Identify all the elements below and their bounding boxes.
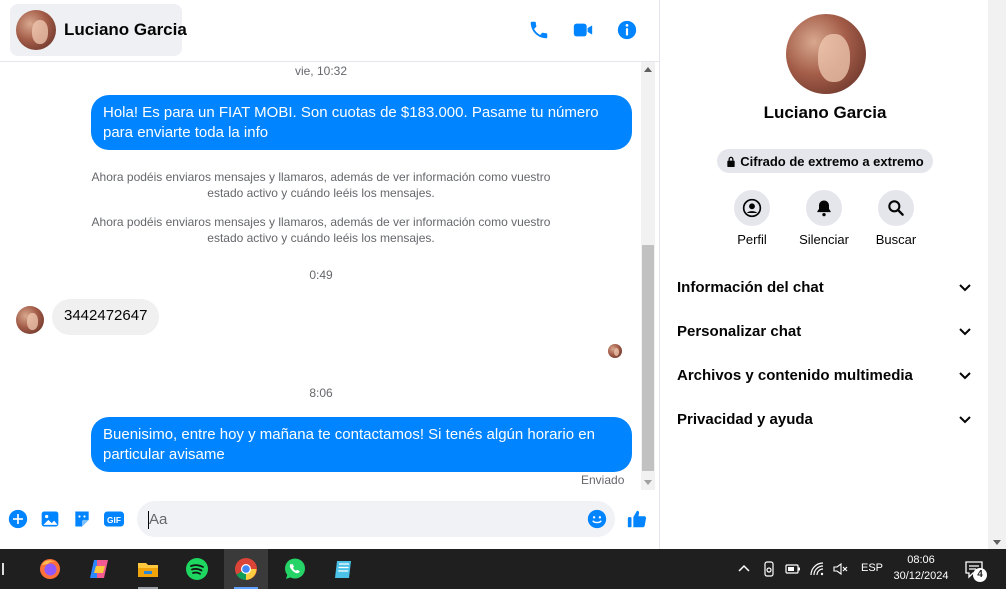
section-chat-info[interactable]: Información del chat [668,267,980,307]
photo-icon[interactable] [40,509,60,529]
battery-icon[interactable] [785,561,801,577]
copilot-icon [90,560,108,578]
emoji-icon[interactable] [587,509,607,529]
encryption-badge[interactable]: Cifrado de extremo a extremo [717,149,933,173]
chat-scrollbar[interactable] [641,62,655,490]
bell-icon [817,200,831,217]
chevron-down-icon [959,416,971,424]
chrome-icon [235,558,257,580]
chat-header: Luciano Garcia [0,0,659,62]
composer: GIF [0,497,659,541]
taskbar-app-copilot[interactable] [77,549,121,589]
phone-icon[interactable] [528,19,550,41]
wifi-icon[interactable] [809,561,825,577]
mute-label: Silenciar [799,232,849,247]
like-icon[interactable] [626,508,648,530]
section-title: Archivos y contenido multimedia [677,366,913,384]
message-list: vie, 10:32 Hola! Es para un FIAT MOBI. S… [0,62,659,490]
seen-indicator-avatar [608,344,622,358]
section-title: Personalizar chat [677,322,802,340]
search-label: Buscar [875,232,917,247]
clock-time: 08:06 [907,554,935,566]
chevron-up-icon[interactable] [736,561,752,577]
section-privacy-support[interactable]: Privacidad y ayuda [668,399,980,439]
spotify-icon [186,558,208,580]
message-input[interactable] [137,501,615,537]
search-button[interactable]: Buscar [856,190,936,247]
file-explorer-icon [138,563,158,577]
taskbar-app-file-explorer[interactable] [126,549,170,589]
taskbar-app-notepad[interactable] [322,549,366,589]
scroll-down-arrow-icon[interactable] [644,480,652,485]
video-icon[interactable] [572,19,594,41]
firefox-icon [40,559,60,579]
plus-icon[interactable] [8,509,28,529]
info-icon[interactable] [616,19,638,41]
phone-link-icon[interactable] [761,561,777,577]
chevron-down-icon [959,284,971,292]
contact-chip[interactable]: Luciano Garcia [10,4,187,56]
contact-avatar [16,10,56,50]
gif-label: GIF [107,515,121,525]
sticker-icon[interactable] [72,509,92,529]
timestamp: 8:06 [309,386,333,400]
taskbar-app-firefox[interactable] [28,549,72,589]
taskbar-app-spotify[interactable] [175,549,219,589]
whatsapp-icon [285,558,305,579]
gif-icon[interactable]: GIF [103,509,125,529]
profile-label: Perfil [737,232,767,247]
timestamp: 0:49 [309,268,333,282]
profile-button[interactable]: Perfil [712,190,792,247]
encryption-label: Cifrado de extremo a extremo [740,153,924,169]
search-icon [888,200,904,216]
language-indicator[interactable]: ESP [861,562,883,574]
chevron-down-icon [959,372,971,380]
profile-name: Luciano Garcia [763,103,887,122]
notepad-icon [335,561,351,578]
clock-date: 30/12/2024 [893,570,949,582]
system-note: Ahora podéis enviaros mensajes y llamaro… [91,215,551,245]
profile-icon [742,198,762,218]
contact-avatar-small[interactable] [16,306,44,334]
section-customize-chat[interactable]: Personalizar chat [668,311,980,351]
section-media-files[interactable]: Archivos y contenido multimedia [668,355,980,395]
sent-status: Enviado [581,473,625,487]
info-scrollbar[interactable] [988,0,1006,549]
mute-button[interactable]: Silenciar [784,190,864,247]
windows-taskbar: ESP 08:06 30/12/2024 4 [0,549,1006,589]
chat-info-panel: Luciano Garcia Cifrado de extremo a extr… [659,0,1006,549]
scroll-up-arrow-icon[interactable] [644,67,652,72]
timestamp: vie, 10:32 [294,64,348,78]
incoming-message[interactable]: 3442472647 [52,299,160,335]
system-clock[interactable]: 08:06 30/12/2024 [884,552,958,584]
text-caret [148,511,149,529]
profile-avatar[interactable] [786,14,866,94]
lock-icon [727,156,735,167]
outgoing-message[interactable]: Buenisimo, entre hoy y mañana te contact… [91,417,632,472]
section-title: Información del chat [677,278,824,296]
taskbar-app-whatsapp[interactable] [273,549,317,589]
outgoing-message[interactable]: Hola! Es para un FIAT MOBI. Son cuotas d… [91,95,632,150]
taskbar-handle-icon[interactable] [0,561,8,577]
system-note: Ahora podéis enviaros mensajes y llamaro… [91,170,551,200]
section-title: Privacidad y ayuda [677,410,813,428]
chat-pane: Luciano Garcia vie, 10:32 Hola! Es para … [0,0,659,549]
taskbar-app-chrome[interactable] [224,549,268,589]
scroll-down-arrow-icon[interactable] [993,540,1001,545]
chevron-down-icon [959,328,971,336]
contact-name: Luciano Garcia [64,20,187,39]
notification-count-badge: 4 [973,568,987,582]
volume-muted-icon[interactable] [832,561,848,577]
scroll-thumb[interactable] [642,245,654,471]
